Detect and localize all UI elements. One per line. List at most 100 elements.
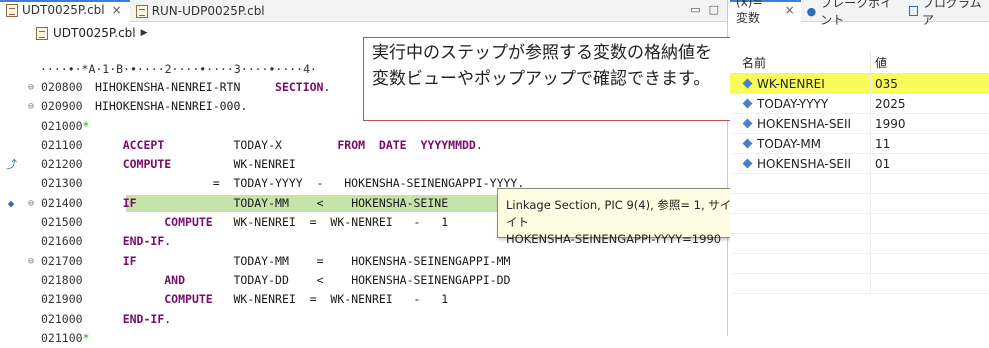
name-column-header[interactable]: 名前 [730, 52, 871, 73]
empty-row [730, 274, 989, 294]
line-number-text: 020900 [41, 99, 83, 114]
step-marker-icon[interactable]: ⤴ [6, 155, 17, 174]
line-number: 020800 [41, 78, 83, 97]
comment-indicator: * [82, 330, 90, 345]
close-icon[interactable]: × [785, 3, 795, 17]
variables-table-header: 名前 値 [730, 52, 989, 74]
variable-row[interactable]: HOKENSHA-SEII 01 [730, 154, 989, 174]
variable-value[interactable]: 11 [871, 134, 989, 153]
code-line[interactable]: 021800 AND TODAY-DD < HOKENSHA-SEINENGAP… [0, 271, 728, 290]
empty-cell [871, 234, 989, 253]
empty-cell [871, 214, 989, 233]
variables-tab-label: (x)= 変数 [736, 0, 763, 25]
code-line[interactable]: 021900 COMPUTE WK-NENREI = WK-NENREI - 1 [0, 290, 728, 309]
fold-toggle-icon[interactable]: ⊖ [28, 97, 34, 116]
empty-cell [730, 274, 871, 293]
variable-icon [742, 98, 753, 109]
variable-value[interactable]: 01 [871, 154, 989, 173]
empty-row [730, 214, 989, 234]
line-number-text: 021100 [41, 330, 83, 345]
variable-name: TODAY-YYYY [757, 96, 829, 111]
variable-row[interactable]: HOKENSHA-SEII 1990 [730, 114, 989, 134]
line-number-text: 020800 [41, 80, 83, 94]
pane-controls: ▭ □ [690, 3, 719, 16]
empty-cell [730, 214, 871, 233]
fold-toggle-icon[interactable]: ⊖ [28, 194, 34, 213]
line-number: 021500 [41, 213, 83, 232]
cobol-file-icon [6, 3, 18, 17]
line-number: 021100 [41, 136, 83, 155]
line-number-text: 021000 [41, 311, 83, 326]
code-line[interactable]: 021000 END-IF. [0, 310, 728, 329]
column-ruler: ····•·*A·1·B·•····2····•····3····•····4· [40, 62, 317, 76]
variable-row[interactable]: WK-NENREI 035 [730, 74, 989, 94]
variable-row[interactable]: TODAY-MM 11 [730, 134, 989, 154]
empty-cell [871, 254, 989, 273]
variable-icon [742, 118, 753, 129]
explanation-callout: 実行中のステップが参照する変数の格納値を変数ビューやポップアップで確認できます。 [363, 37, 734, 121]
cobol-file-icon [36, 26, 48, 40]
fold-toggle-icon[interactable]: ⊖ [28, 78, 34, 97]
variable-icon [742, 158, 753, 169]
source-text: COMPUTE WK-NENREI [122, 157, 296, 172]
line-number-text: 021300 [41, 176, 83, 191]
current-instruction-icon[interactable]: ◆ [6, 194, 16, 213]
code-line[interactable]: 021100* [0, 329, 728, 348]
line-number-text: 021900 [41, 292, 83, 307]
breakpoints-tab-label: ブレークポイント [820, 0, 893, 27]
breakpoint-icon: ● [806, 4, 817, 18]
empty-cell [730, 174, 871, 193]
line-number: 021200 [41, 155, 83, 174]
variable-name: TODAY-MM [757, 136, 822, 151]
line-number-text: 021200 [41, 157, 83, 172]
tab-label: RUN-UDP0025P.cbl [151, 4, 265, 18]
variable-value[interactable]: 1990 [871, 114, 989, 133]
variables-view-pane: (x)= 変数 × ● ブレークポイント プログラム ア 名前 値 WK-NEN… [730, 0, 989, 336]
line-number: 021800 [41, 271, 83, 290]
variable-name: HOKENSHA-SEII [757, 116, 852, 131]
variable-row[interactable]: TODAY-YYYY 2025 [730, 94, 989, 114]
line-number: 021100* [41, 329, 89, 348]
source-text: COMPUTE WK-NENREI = WK-NENREI - 1 [164, 215, 449, 230]
value-column-header[interactable]: 値 [871, 52, 989, 73]
source-text: IF TODAY-MM < HOKENSHA-SEINE [122, 195, 449, 210]
line-number-text: 021800 [41, 272, 83, 287]
variable-name-cell: WK-NENREI [730, 74, 871, 93]
tab-run-udp0025p[interactable]: RUN-UDP0025P.cbl [130, 0, 273, 22]
variable-name-cell: HOKENSHA-SEII [730, 114, 871, 133]
code-line[interactable]: ⊖ 021700 IF TODAY-MM = HOKENSHA-SEINENGAP… [0, 252, 728, 271]
line-number-text: 021500 [41, 215, 83, 230]
empty-cell [730, 234, 871, 253]
variable-value[interactable]: 035 [871, 74, 989, 93]
line-number: 021600 [41, 232, 83, 251]
chevron-right-icon[interactable]: ▶ [141, 28, 148, 38]
code-line[interactable]: 021100 ACCEPT TODAY-X FROM DATE YYYYMMDD… [0, 136, 728, 155]
line-number-text: 021400 [41, 195, 83, 210]
tab-breakpoints[interactable]: ● ブレークポイント [801, 0, 903, 27]
variable-name-cell: TODAY-YYYY [730, 94, 871, 113]
line-number-text: 021100 [41, 137, 83, 152]
empty-row [730, 254, 989, 274]
close-icon[interactable]: × [112, 3, 122, 17]
line-number: 021300 [41, 174, 83, 193]
callout-text: 実行中のステップが参照する変数の格納値を変数ビューやポップアップで確認できます。 [372, 43, 712, 89]
source-text: HIHOKENSHA-NENREI-000. [95, 99, 248, 114]
tab-program[interactable]: プログラム ア [903, 0, 989, 27]
variables-rows: WK-NENREI 035 TODAY-YYYY 2025 HOKENSHA-SEII 1… [730, 74, 989, 294]
variable-name: WK-NENREI [757, 76, 825, 91]
tab-udt0025p[interactable]: UDT0025P.cbl × [0, 0, 130, 22]
line-number: 020900 [41, 97, 83, 116]
comment-indicator: * [82, 118, 90, 133]
code-line[interactable]: ⤴ 021200 COMPUTE WK-NENREI [0, 155, 728, 174]
variable-name-cell: TODAY-MM [730, 134, 871, 153]
minimize-icon[interactable]: ▭ [690, 3, 700, 16]
tab-variables[interactable]: (x)= 変数 × [730, 0, 801, 25]
fold-toggle-icon[interactable]: ⊖ [28, 252, 34, 271]
empty-cell [730, 194, 871, 213]
breadcrumb-label: UDT0025P.cbl [53, 26, 136, 40]
variable-name: HOKENSHA-SEII [757, 156, 852, 171]
line-number-text: 021000 [41, 118, 83, 133]
maximize-icon[interactable]: □ [709, 3, 719, 16]
variable-value[interactable]: 2025 [871, 94, 989, 113]
variables-tabbar: (x)= 変数 × ● ブレークポイント プログラム ア [730, 0, 989, 27]
